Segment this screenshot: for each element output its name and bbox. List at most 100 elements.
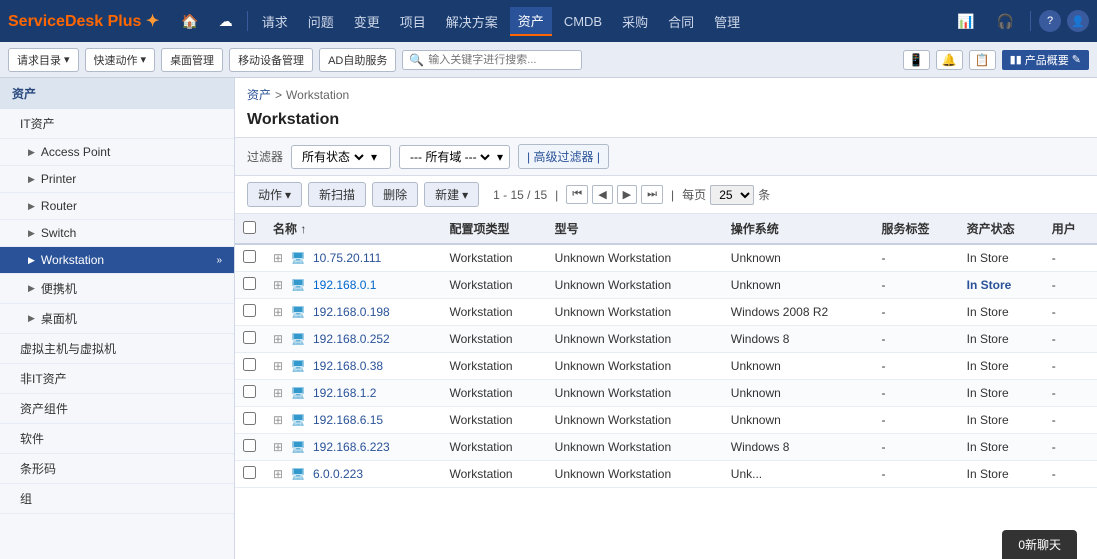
chat-bubble[interactable]: 0新聊天	[1002, 530, 1077, 559]
asset-name-link[interactable]: 6.0.0.223	[313, 467, 363, 481]
clipboard-icon-btn[interactable]: 📋	[969, 50, 996, 70]
nav-solutions[interactable]: 解决方案	[438, 8, 506, 35]
nav-changes[interactable]: 变更	[346, 8, 388, 35]
asset-name-link[interactable]: 10.75.20.111	[313, 251, 381, 265]
row-checkbox[interactable]	[243, 358, 256, 371]
row-checkbox[interactable]	[243, 385, 256, 398]
model-col-header: 型号	[547, 214, 723, 244]
row-status-cell: In Store	[959, 434, 1044, 461]
mobile-mgmt-btn[interactable]: 移动设备管理	[229, 48, 313, 72]
sort-asc-icon: ↑	[300, 222, 306, 236]
dropdown-arrow-2-icon: ▾	[141, 53, 147, 66]
os-col-header: 操作系统	[723, 214, 874, 244]
row-checkbox[interactable]	[243, 466, 256, 479]
action-dropdown-btn[interactable]: 动作 ▾	[247, 182, 302, 207]
row-checkbox[interactable]	[243, 412, 256, 425]
advanced-filter-btn[interactable]: | 高级过滤器 |	[518, 144, 609, 169]
reports-icon[interactable]: 📊	[949, 9, 982, 34]
help-icon[interactable]: ?	[1039, 10, 1061, 32]
sidebar-item-group[interactable]: 组	[0, 484, 234, 514]
sidebar-item-portable[interactable]: ▶ 便携机	[0, 274, 234, 304]
name-col-header[interactable]: 名称 ↑	[265, 214, 441, 244]
row-status-cell: In Store	[959, 461, 1044, 488]
nav-projects[interactable]: 项目	[392, 8, 434, 35]
mobile-icon-btn[interactable]: 📱	[903, 50, 930, 70]
prev-page-btn[interactable]: ◀	[592, 185, 612, 204]
row-checkbox[interactable]	[243, 304, 256, 317]
next-page-btn[interactable]: ▶	[617, 185, 637, 204]
mobile-mgmt-label: 移动设备管理	[238, 52, 304, 68]
breadcrumb-parent[interactable]: 资产	[247, 86, 271, 103]
nav-problems[interactable]: 问题	[300, 8, 342, 35]
asset-name-link[interactable]: 192.168.0.38	[313, 359, 383, 373]
sidebar-item-barcode[interactable]: 条形码	[0, 454, 234, 484]
action-label: 动作	[258, 186, 282, 203]
delete-btn[interactable]: 删除	[372, 182, 418, 207]
desktop-mgmt-btn[interactable]: 桌面管理	[161, 48, 223, 72]
first-page-btn[interactable]: ⏮	[566, 185, 588, 204]
search-input[interactable]	[428, 54, 575, 66]
sidebar-item-software[interactable]: 软件	[0, 424, 234, 454]
sidebar-item-workstation[interactable]: ▶ Workstation »	[0, 247, 234, 274]
nav-admin[interactable]: 管理	[706, 8, 748, 35]
sidebar-item-desktop[interactable]: ▶ 桌面机	[0, 304, 234, 334]
cloud-icon[interactable]: ☁	[211, 9, 241, 34]
status-badge: In Store	[967, 359, 1009, 373]
row-service-tag-cell: -	[874, 380, 959, 407]
search-box[interactable]: 🔍	[402, 50, 582, 70]
nav-requests[interactable]: 请求	[254, 8, 296, 35]
asset-name-link[interactable]: 192.168.1.2	[313, 386, 376, 400]
nav-divider-2	[1030, 11, 1031, 31]
select-all-checkbox[interactable]	[243, 221, 256, 234]
request-catalog-btn[interactable]: 请求目录 ▾	[8, 48, 79, 72]
last-page-btn[interactable]: ⏭	[641, 185, 663, 204]
sidebar-item-asset-components[interactable]: 资产组件	[0, 394, 234, 424]
status-badge: In Store	[967, 440, 1009, 454]
nav-cmdb[interactable]: CMDB	[556, 10, 610, 33]
home-icon[interactable]: 🏠	[173, 9, 206, 34]
status-filter-select[interactable]: 所有状态	[298, 149, 367, 165]
sidebar-item-router[interactable]: ▶ Router	[0, 193, 234, 220]
row-model-cell: Unknown Workstation	[547, 299, 723, 326]
asset-name-link[interactable]: 192.168.6.223	[313, 440, 390, 454]
nav-assets[interactable]: 资产	[510, 7, 552, 36]
row-user-cell: -	[1044, 326, 1097, 353]
product-overview-btn[interactable]: ▮▮ 产品概要 ✎	[1002, 50, 1089, 70]
nav-contracts[interactable]: 合同	[660, 8, 702, 35]
sidebar-item-it-assets[interactable]: IT资产	[0, 109, 234, 139]
row-os-cell: Windows 8	[723, 326, 874, 353]
sidebar-item-virtual[interactable]: 虚拟主机与虚拟机	[0, 334, 234, 364]
app-logo[interactable]: ServiceDesk Plus ✦	[8, 11, 159, 31]
row-checkbox-cell	[235, 461, 265, 488]
user-icon[interactable]: 👤	[1067, 10, 1089, 32]
sidebar-item-switch[interactable]: ▶ Switch	[0, 220, 234, 247]
monitor-icon: 🖥	[290, 278, 305, 292]
support-icon[interactable]: 🎧	[989, 9, 1022, 34]
row-checkbox[interactable]	[243, 277, 256, 290]
sidebar-item-printer[interactable]: ▶ Printer	[0, 166, 234, 193]
sidebar-item-access-point[interactable]: ▶ Access Point	[0, 139, 234, 166]
domain-filter[interactable]: --- 所有域 --- ▾	[399, 145, 510, 169]
domain-filter-select[interactable]: --- 所有域 ---	[406, 149, 493, 165]
per-page-select[interactable]: 25	[710, 185, 754, 205]
asset-name-link[interactable]: 192.168.6.15	[313, 413, 383, 427]
row-name-cell: ⊞ 🖥 192.168.1.2	[265, 380, 441, 407]
notification-icon-btn[interactable]: 🔔	[936, 50, 963, 70]
row-checkbox[interactable]	[243, 331, 256, 344]
new-scan-btn[interactable]: 新扫描	[308, 182, 366, 207]
edit-icon: ✎	[1072, 53, 1081, 66]
asset-name-link[interactable]: 192.168.0.1	[313, 278, 376, 292]
row-checkbox[interactable]	[243, 250, 256, 263]
new-btn[interactable]: 新建 ▾	[424, 182, 479, 207]
asset-name-link[interactable]: 192.168.0.198	[313, 305, 390, 319]
asset-name-link[interactable]: 192.168.0.252	[313, 332, 390, 346]
sidebar-item-non-it[interactable]: 非IT资产	[0, 364, 234, 394]
sidebar-header-assets[interactable]: 资产	[0, 78, 234, 109]
nav-purchase[interactable]: 采购	[614, 8, 656, 35]
row-checkbox[interactable]	[243, 439, 256, 452]
ad-self-service-btn[interactable]: AD自助服务	[319, 48, 396, 72]
row-service-tag-cell: -	[874, 407, 959, 434]
status-filter[interactable]: 所有状态 ▾	[291, 145, 391, 169]
quick-actions-btn[interactable]: 快速动作 ▾	[85, 48, 156, 72]
service-tag-col-header: 服务标签	[874, 214, 959, 244]
